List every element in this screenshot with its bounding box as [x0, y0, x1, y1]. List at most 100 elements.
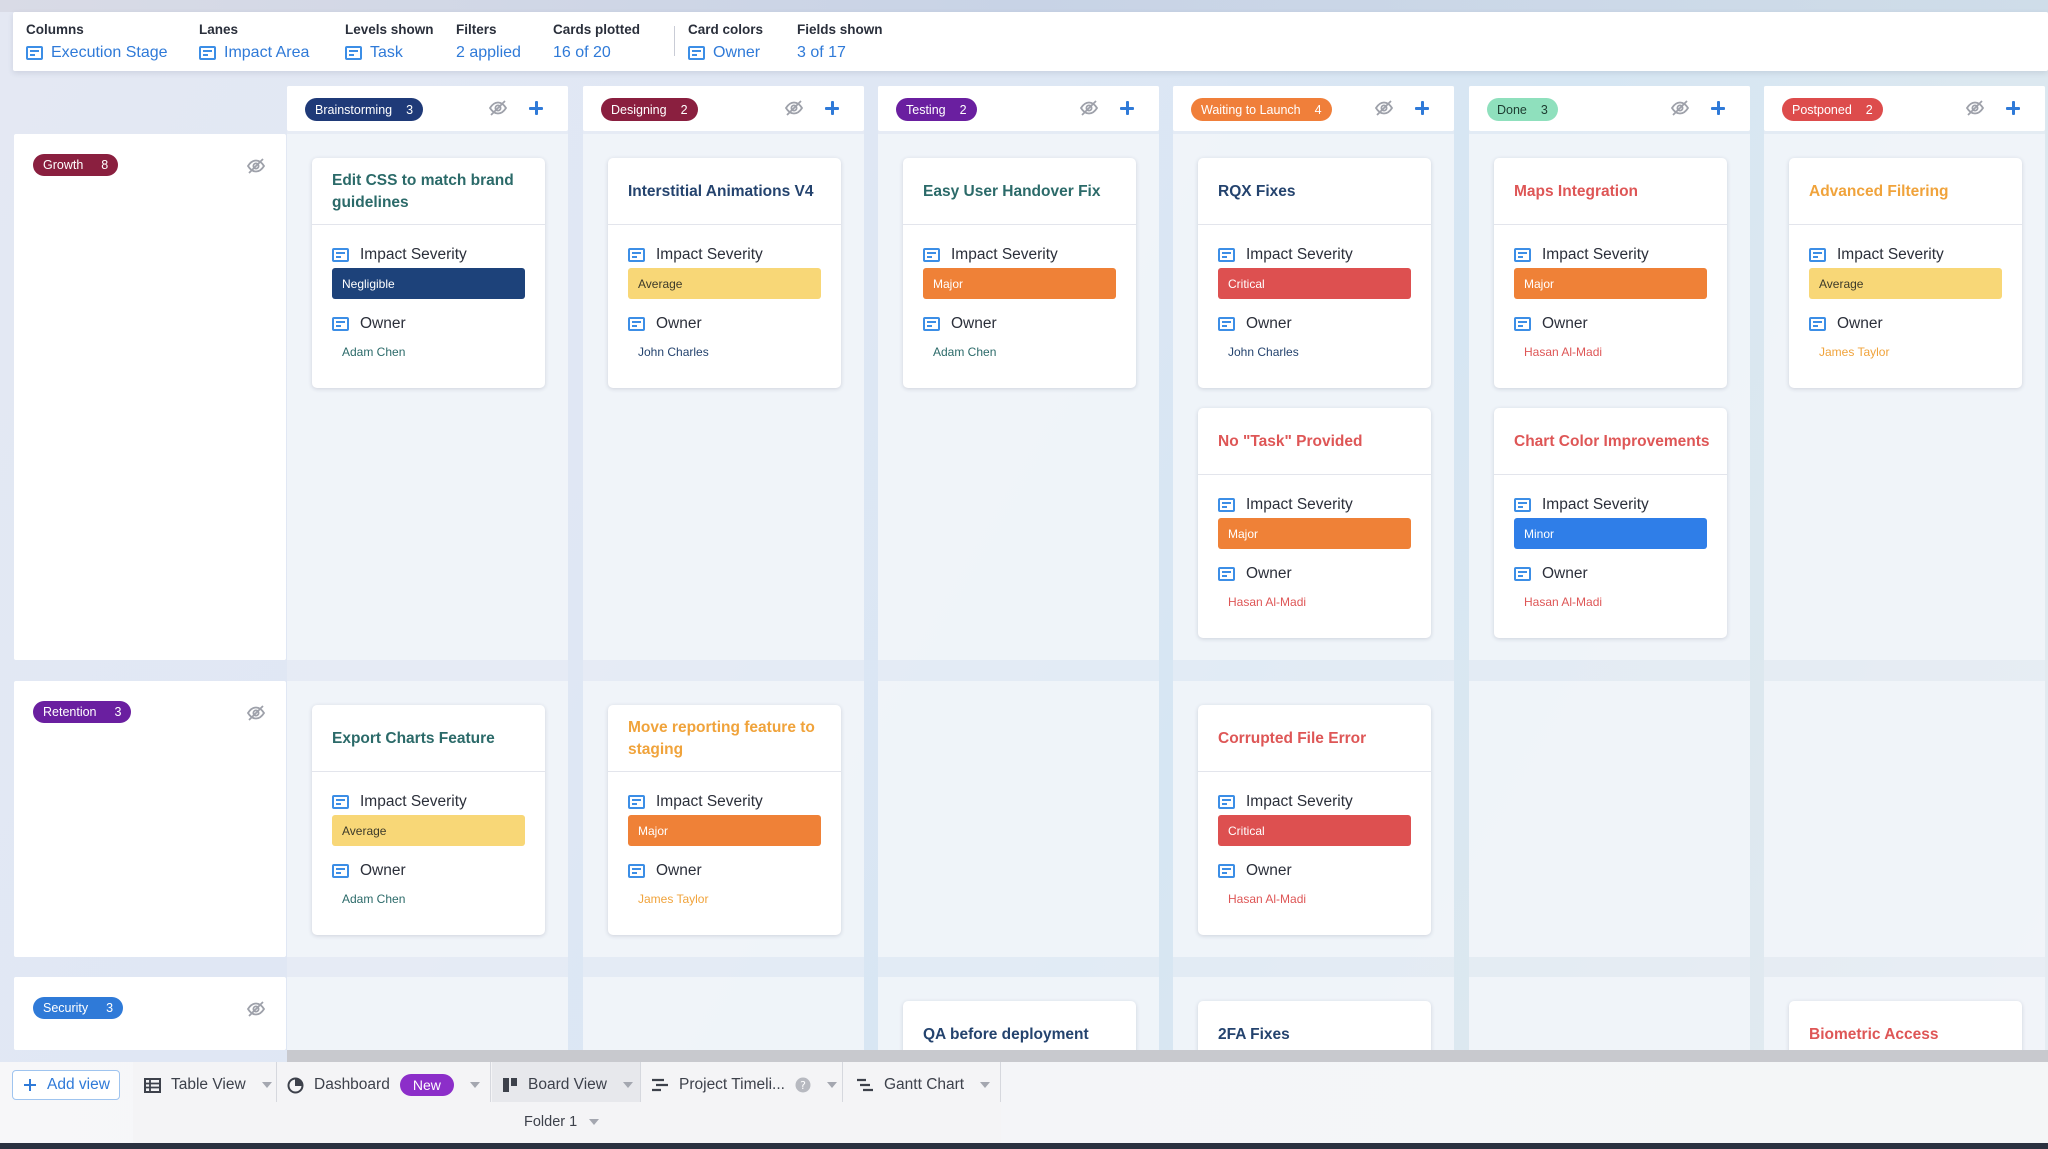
plus-icon[interactable] — [526, 98, 546, 118]
plus-icon[interactable] — [1412, 98, 1432, 118]
task-card[interactable]: Interstitial Animations V4 Impact Severit… — [608, 158, 841, 388]
card-divider — [1789, 224, 2022, 225]
config-columns[interactable]: Columns Execution Stage — [26, 22, 168, 62]
severity-field-label: Impact Severity — [1218, 793, 1353, 811]
chevron-down-icon[interactable] — [469, 1082, 480, 1088]
chevron-down-icon[interactable] — [622, 1082, 633, 1088]
chevron-down-icon[interactable] — [261, 1082, 272, 1088]
plus-icon[interactable] — [822, 98, 842, 118]
config-cards-plotted[interactable]: Cards plotted 16 of 20 — [553, 22, 640, 62]
task-card[interactable]: Corrupted File Error Impact Severity Criti… — [1198, 705, 1431, 935]
chevron-down-icon[interactable] — [589, 1119, 600, 1125]
plus-icon[interactable] — [1117, 98, 1137, 118]
column-header[interactable]: Brainstorming 3 — [287, 86, 568, 131]
task-card[interactable]: Easy User Handover Fix Impact Severity Maj… — [903, 158, 1136, 388]
tab-board-view[interactable]: Board View — [502, 1070, 633, 1100]
field-icon — [332, 317, 349, 331]
plus-icon[interactable] — [1708, 98, 1728, 118]
lane-count: 8 — [101, 158, 109, 172]
owner-value: James Taylor — [638, 892, 709, 906]
column-pill[interactable]: Postponed 2 — [1782, 98, 1883, 121]
config-levels-shown[interactable]: Levels shown Task — [345, 22, 434, 62]
severity-value: Major — [628, 815, 821, 846]
severity-value: Negligible — [332, 268, 525, 299]
chevron-down-icon[interactable] — [826, 1082, 837, 1088]
tab-divider — [1000, 1062, 1001, 1102]
column-count: 2 — [959, 102, 967, 117]
severity-field-label: Impact Severity — [1809, 246, 1944, 264]
eye-slash-icon[interactable] — [246, 1000, 266, 1018]
config-card-colors[interactable]: Card colors Owner — [688, 22, 763, 62]
eye-slash-icon[interactable] — [246, 157, 266, 175]
task-card[interactable]: Maps Integration Impact Severity Major Owne… — [1494, 158, 1727, 388]
column-header[interactable]: Waiting to Launch 4 — [1173, 86, 1454, 131]
config-card-colors-label: Card colors — [688, 22, 764, 37]
column-name: Postponed — [1792, 102, 1852, 117]
column-header[interactable]: Designing 2 — [583, 86, 864, 131]
column-header[interactable]: Postponed 2 — [1764, 86, 2045, 131]
column-pill[interactable]: Brainstorming 3 — [305, 98, 424, 121]
eye-slash-icon[interactable] — [1079, 99, 1099, 117]
column-pill[interactable]: Testing 2 — [896, 98, 977, 121]
task-card[interactable]: Chart Color Improvements Impact Severity M… — [1494, 408, 1727, 638]
eye-slash-icon[interactable] — [488, 99, 508, 117]
help-icon[interactable]: ? — [795, 1077, 811, 1093]
severity-label: Impact Severity — [1542, 496, 1649, 513]
field-icon — [332, 864, 349, 878]
owner-field-label: Owner — [1809, 315, 1883, 333]
task-card[interactable]: Export Charts Feature Impact Severity Aver… — [312, 705, 545, 935]
tab-table-view[interactable]: Table View — [144, 1070, 272, 1100]
config-fields-shown[interactable]: Fields shown 3 of 17 — [797, 22, 883, 62]
owner-value: Adam Chen — [342, 892, 406, 906]
task-card[interactable]: No "Task" Provided Impact Severity Major Ow… — [1198, 408, 1431, 638]
owner-label: Owner — [360, 862, 406, 879]
owner-value: Adam Chen — [342, 345, 406, 359]
severity-label: Impact Severity — [360, 793, 467, 810]
card-title: Biometric Access — [1809, 1026, 1939, 1043]
eye-slash-icon[interactable] — [1374, 99, 1394, 117]
task-card[interactable]: Advanced Filtering Impact Severity Average… — [1789, 158, 2022, 388]
eye-slash-icon[interactable] — [1670, 99, 1690, 117]
lane-pill[interactable]: Retention 3 — [33, 701, 132, 723]
field-icon — [332, 248, 349, 262]
field-icon — [628, 317, 645, 331]
field-icon — [1218, 248, 1235, 262]
add-view-button[interactable]: Add view — [12, 1070, 120, 1100]
field-icon — [1218, 864, 1235, 878]
tab-dashboard[interactable]: Dashboard New — [287, 1070, 480, 1100]
task-card[interactable]: Move reporting feature to staging Impact … — [608, 705, 841, 935]
add-view-label: Add view — [47, 1076, 110, 1093]
eye-slash-icon[interactable] — [246, 704, 266, 722]
card-title: Easy User Handover Fix — [923, 183, 1101, 200]
eye-slash-icon[interactable] — [1965, 99, 1985, 117]
column-header[interactable]: Done 3 — [1469, 86, 1750, 131]
column-pill[interactable]: Done 3 — [1487, 98, 1558, 121]
lane-pill[interactable]: Security 3 — [33, 997, 124, 1019]
severity-value: Critical — [1218, 268, 1411, 299]
config-divider — [674, 26, 675, 56]
task-card[interactable]: Edit CSS to match brand guidelines Impact… — [312, 158, 545, 388]
task-card[interactable]: RQX Fixes Impact Severity Critical Owner Joh… — [1198, 158, 1431, 388]
column-pill[interactable]: Waiting to Launch 4 — [1191, 98, 1332, 121]
config-filters[interactable]: Filters 2 applied — [456, 22, 521, 62]
tab-project-timeline-label: Project Timeli... — [679, 1076, 785, 1093]
column-pill[interactable]: Designing 2 — [601, 98, 698, 121]
severity-field-label: Impact Severity — [1514, 496, 1649, 514]
chevron-down-icon[interactable] — [980, 1082, 991, 1088]
card-divider — [312, 771, 545, 772]
tab-project-timeline[interactable]: Project Timeli... ? — [651, 1070, 837, 1100]
card-divider — [1494, 474, 1727, 475]
owner-field-label: Owner — [1218, 565, 1292, 583]
pie-chart-icon — [287, 1077, 304, 1093]
tab-gantt-chart[interactable]: Gantt Chart — [856, 1070, 991, 1100]
column-header[interactable]: Testing 2 — [878, 86, 1159, 131]
timeline-icon — [652, 1078, 668, 1092]
plus-icon[interactable] — [2003, 98, 2023, 118]
severity-label: Impact Severity — [1246, 793, 1353, 810]
horizontal-scrollbar[interactable] — [287, 1050, 2048, 1062]
field-icon — [1218, 498, 1235, 512]
eye-slash-icon[interactable] — [784, 99, 804, 117]
folder-selector[interactable]: Folder 1 — [524, 1114, 600, 1130]
lane-pill[interactable]: Growth 8 — [33, 154, 119, 176]
config-lanes[interactable]: Lanes Impact Area — [199, 22, 309, 62]
